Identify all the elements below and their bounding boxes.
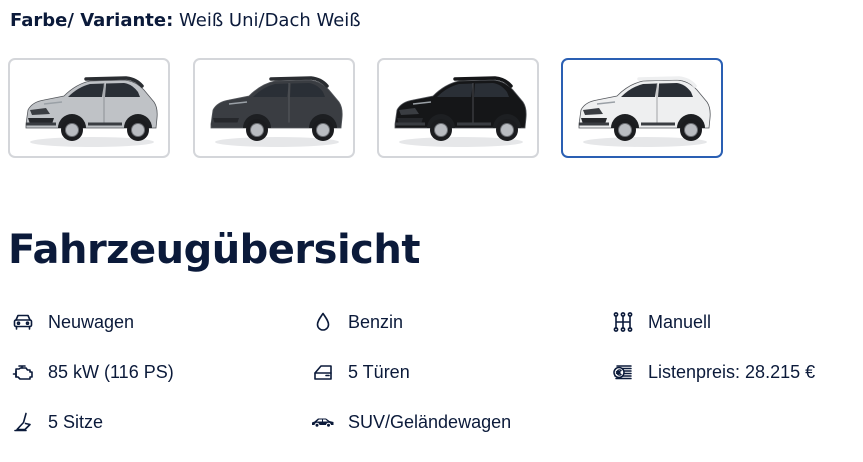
engine-icon: [10, 359, 36, 385]
spec-condition: Neuwagen: [10, 309, 134, 335]
spec-power-text: 85 kW (116 PS): [48, 361, 174, 382]
car-image: [25, 76, 158, 147]
color-variant-value: Weiß Uni/Dach Weiß: [179, 10, 361, 31]
car-front-icon: [10, 309, 36, 335]
spec-body: SUV/Geländewagen: [310, 409, 511, 435]
spec-transmission: Manuell: [610, 309, 711, 335]
spec-doors: 5 Türen: [310, 359, 410, 385]
price-money-icon: [610, 359, 636, 385]
spec-doors-text: 5 Türen: [348, 361, 410, 382]
suv-car-icon: [310, 409, 336, 435]
page-title: Fahrzeugübersicht: [8, 227, 421, 273]
gearshift-icon: [610, 309, 636, 335]
spec-body-text: SUV/Geländewagen: [348, 411, 512, 432]
spec-condition-text: Neuwagen: [48, 311, 135, 332]
spec-fuel: Benzin: [310, 309, 403, 335]
car-image: [578, 76, 711, 147]
fuel-drop-icon: [310, 309, 336, 335]
spec-power: 85 kW (116 PS): [10, 359, 174, 385]
spec-transmission-text: Manuell: [648, 311, 712, 332]
spec-fuel-text: Benzin: [348, 311, 404, 332]
color-swatch-silver[interactable]: [8, 58, 170, 158]
color-swatch-black[interactable]: [377, 58, 539, 158]
color-swatch-list: [8, 58, 728, 162]
spec-price: Listenpreis: 28.215 €: [610, 359, 815, 385]
color-variant-line: Farbe/ Variante: Weiß Uni/Dach Weiß: [10, 8, 361, 34]
color-variant-label: Farbe/ Variante:: [10, 10, 174, 31]
spec-seats: 5 Sitze: [10, 409, 103, 435]
car-seat-icon: [10, 409, 36, 435]
color-swatch-white[interactable]: [561, 58, 723, 158]
car-image: [210, 76, 343, 147]
color-swatch-dark-grey[interactable]: [193, 58, 355, 158]
car-door-icon: [310, 359, 336, 385]
car-image: [394, 76, 527, 147]
spec-price-text: Listenpreis: 28.215 €: [648, 361, 816, 382]
spec-seats-text: 5 Sitze: [48, 411, 104, 432]
